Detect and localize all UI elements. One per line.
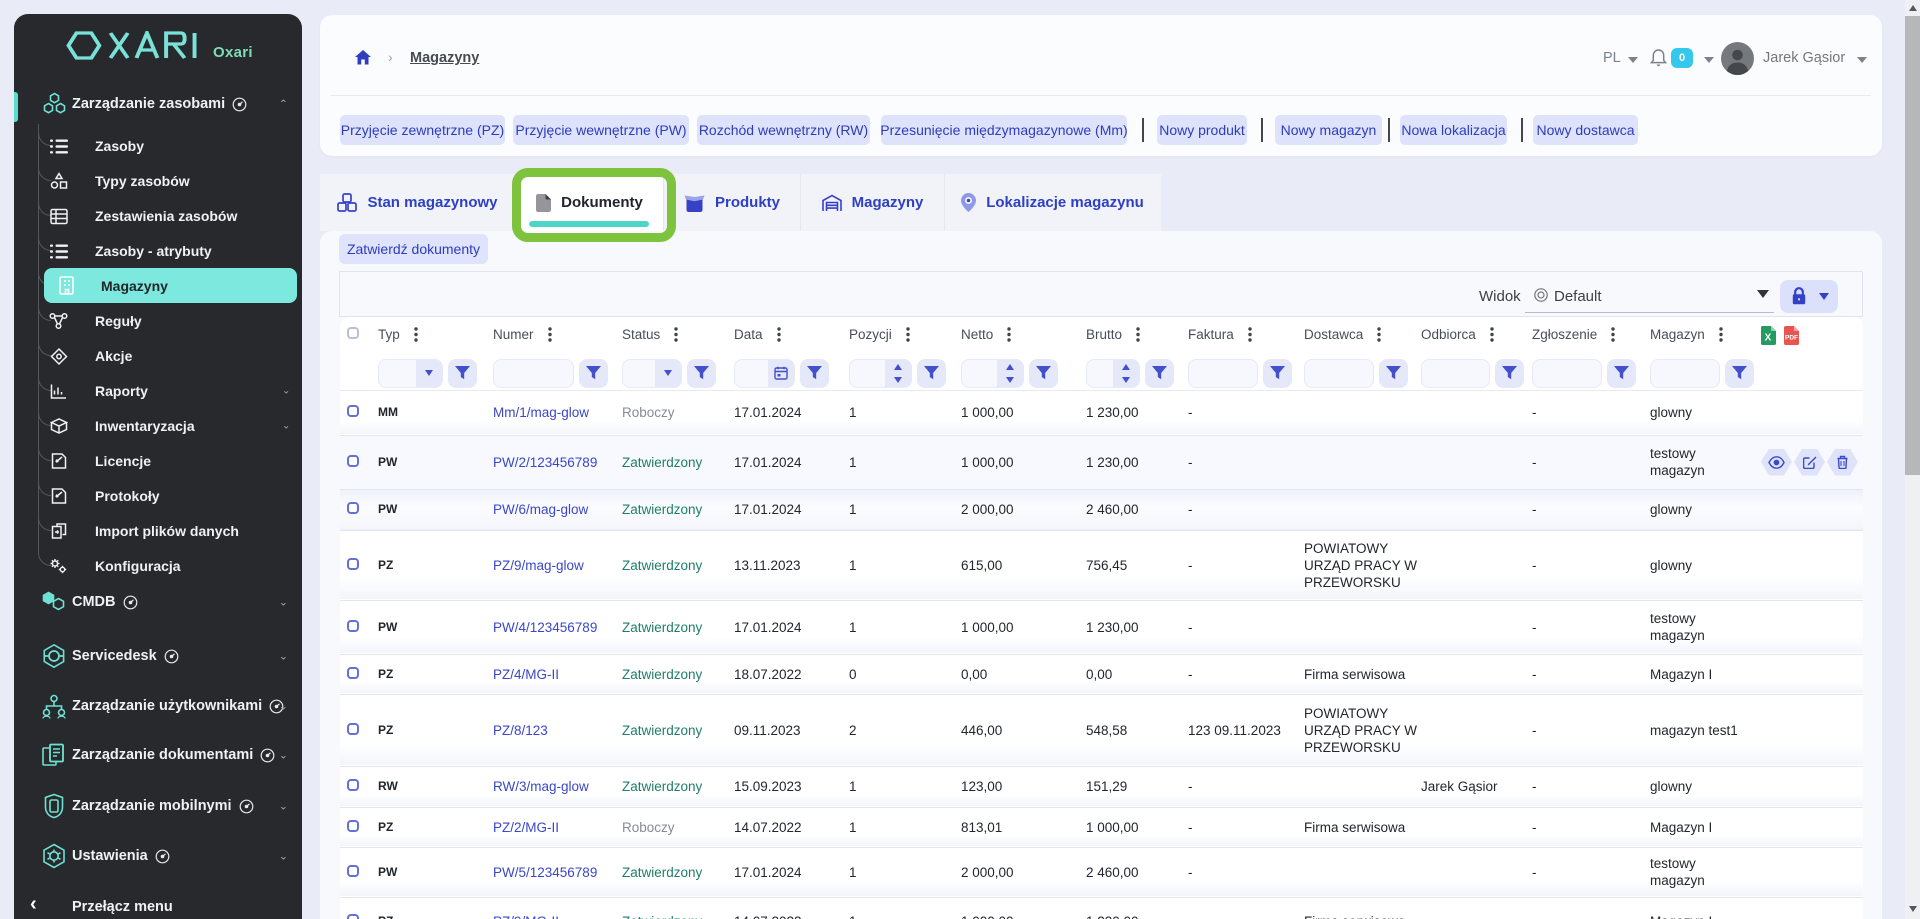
svg-text:PDF: PDF: [1785, 335, 1798, 342]
svg-text:X: X: [1765, 333, 1772, 344]
